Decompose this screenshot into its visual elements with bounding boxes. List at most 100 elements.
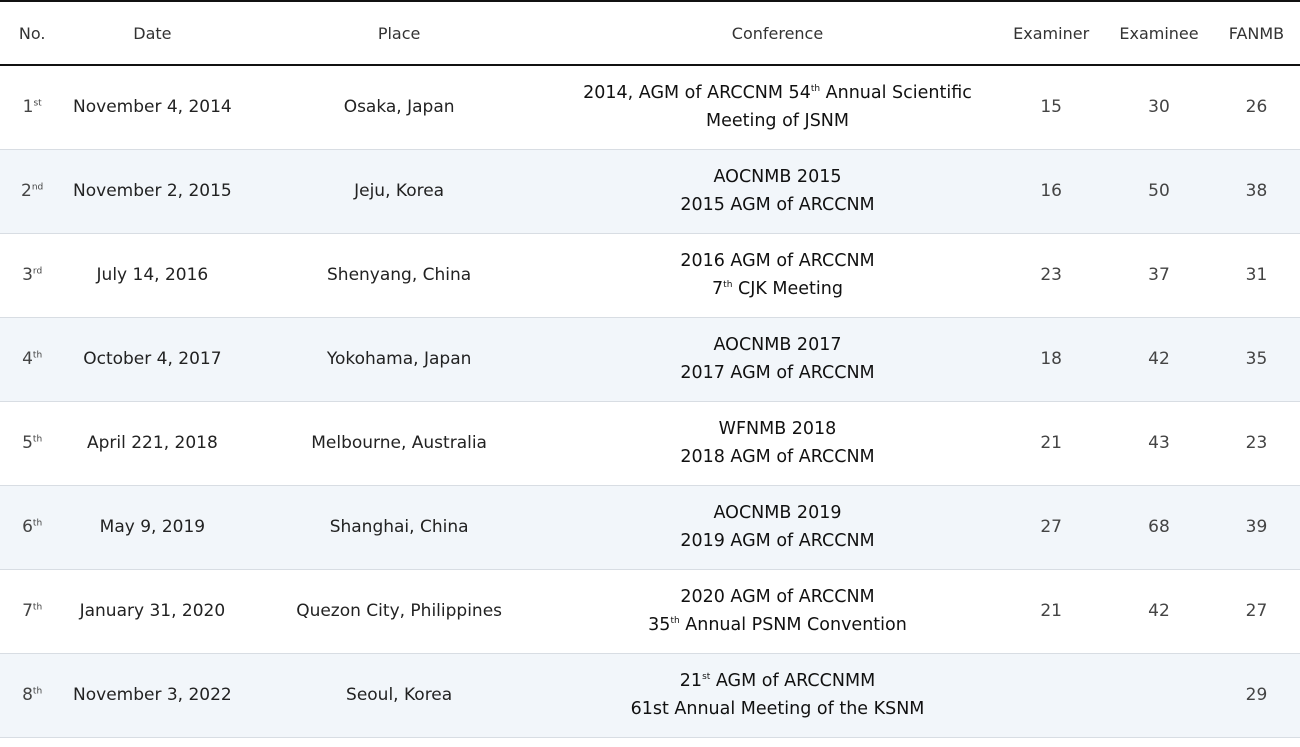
cell-date: October 4, 2017: [64, 317, 241, 402]
row-number-ordinal: rd: [32, 266, 43, 277]
cell-examiner: 23: [997, 233, 1106, 318]
cell-place: Yokohama, Japan: [240, 317, 558, 402]
conference-text: 7: [712, 279, 724, 299]
row-number: 3: [22, 265, 33, 285]
table-row: 5th April 221, 2018 Melbourne, Australia…: [0, 401, 1300, 486]
row-number: 8: [22, 685, 33, 705]
conference-line-2: 2019 AGM of ARCCNM: [558, 527, 998, 555]
cell-date: November 3, 2022: [64, 653, 241, 738]
table-row: 8th November 3, 2022 Seoul, Korea 21st A…: [0, 653, 1300, 738]
table-row: 7th January 31, 2020 Quezon City, Philip…: [0, 569, 1300, 654]
cell-date: July 14, 2016: [64, 233, 241, 318]
conference-text: 35: [648, 615, 671, 635]
cell-examiner: [997, 653, 1106, 738]
cell-examinee: 43: [1105, 401, 1213, 486]
conference-line-1: 2016 AGM of ARCCNM: [558, 247, 998, 275]
row-number-ordinal: th: [32, 518, 43, 529]
conference-text: Meeting of JSNM: [705, 111, 849, 132]
table-row: 6th May 9, 2019 Shanghai, China AOCNMB 2…: [0, 485, 1300, 570]
cell-examinee: 37: [1105, 233, 1213, 318]
conference-line-1: AOCNMB 2019: [558, 499, 998, 527]
conference-text: 2016 AGM of ARCCNM: [680, 251, 875, 271]
cell-place: Osaka, Japan: [240, 65, 558, 150]
conference-text: 2018 AGM of ARCCNM: [680, 447, 875, 467]
table-row: 2nd November 2, 2015 Jeju, Korea AOCNMB …: [0, 149, 1300, 234]
conference-text: Annual Scientific: [820, 83, 972, 104]
cell-date: November 4, 2014: [64, 65, 241, 150]
cell-no: 7th: [0, 569, 65, 654]
conference-text: Annual PSNM Convention: [679, 615, 907, 635]
table-row: 4th October 4, 2017 Yokohama, Japan AOCN…: [0, 317, 1300, 402]
cell-no: 6th: [0, 485, 65, 570]
header-no: No.: [0, 0, 65, 66]
cell-date: May 9, 2019: [64, 485, 241, 570]
conference-line-2: Meeting of JSNM: [558, 107, 998, 135]
cell-examiner: 27: [997, 485, 1106, 570]
conference-line-1: AOCNMB 2015: [558, 163, 998, 191]
cell-conference: AOCNMB 2017 2017 AGM of ARCCNM: [557, 317, 998, 402]
cell-date: January 31, 2020: [64, 569, 241, 654]
conference-text: AOCNMB 2015: [713, 167, 842, 187]
table-body: 1st November 4, 2014 Osaka, Japan 2014, …: [0, 65, 1300, 738]
cell-date: November 2, 2015: [64, 149, 241, 234]
cell-examinee: 42: [1105, 317, 1213, 402]
conference-text: 2015 AGM of ARCCNM: [680, 195, 875, 215]
row-number-ordinal: nd: [31, 182, 44, 193]
cell-no: 2nd: [0, 149, 65, 234]
conference-text: CJK Meeting: [732, 279, 843, 299]
cell-examinee: 42: [1105, 569, 1213, 654]
table-header: No. Date Place Conference Examiner Exami…: [0, 0, 1300, 66]
cell-examiner: 18: [997, 317, 1106, 402]
row-number-ordinal: th: [32, 602, 43, 613]
conference-line-2: 2017 AGM of ARCCNM: [558, 359, 998, 387]
cell-fanmb: 31: [1212, 233, 1300, 318]
row-number: 4: [22, 349, 33, 369]
row-number-ordinal: th: [32, 434, 43, 445]
cell-fanmb: 39: [1212, 485, 1300, 570]
table-row: 3rd July 14, 2016 Shenyang, China 2016 A…: [0, 233, 1300, 318]
cell-examiner: 15: [997, 65, 1106, 150]
conference-table: No. Date Place Conference Examiner Exami…: [0, 0, 1300, 738]
header-fanmb: FANMB: [1212, 0, 1300, 66]
cell-fanmb: 35: [1212, 317, 1300, 402]
conference-text: AOCNMB 2019: [713, 503, 842, 523]
conference-ordinal: th: [670, 616, 680, 627]
cell-conference: 2016 AGM of ARCCNM 7th CJK Meeting: [557, 233, 998, 318]
cell-examinee: 50: [1105, 149, 1213, 234]
cell-conference: 2020 AGM of ARCCNM 35th Annual PSNM Conv…: [557, 569, 998, 654]
cell-examiner: 21: [997, 569, 1106, 654]
row-number-ordinal: th: [32, 686, 43, 697]
cell-examiner: 16: [997, 149, 1106, 234]
cell-date: April 221, 2018: [64, 401, 241, 486]
conference-text: 2020 AGM of ARCCNM: [680, 587, 875, 607]
cell-conference: AOCNMB 2019 2019 AGM of ARCCNM: [557, 485, 998, 570]
row-number-ordinal: th: [32, 350, 43, 361]
cell-place: Melbourne, Australia: [240, 401, 558, 486]
cell-examinee: [1105, 653, 1213, 738]
conference-text: WFNMB 2018: [718, 419, 837, 439]
cell-place: Quezon City, Philippines: [240, 569, 558, 654]
cell-conference: AOCNMB 2015 2015 AGM of ARCCNM: [557, 149, 998, 234]
conference-text: 21: [679, 671, 703, 691]
header-row: No. Date Place Conference Examiner Exami…: [0, 0, 1300, 66]
cell-place: Shenyang, China: [240, 233, 558, 318]
table-row: 1st November 4, 2014 Osaka, Japan 2014, …: [0, 65, 1300, 150]
row-number: 7: [22, 601, 33, 621]
conference-line-1: AOCNMB 2017: [558, 331, 998, 359]
header-examinee: Examinee: [1105, 0, 1213, 66]
conference-ordinal: th: [810, 84, 821, 95]
row-number: 6: [22, 517, 33, 537]
conference-line-2: 2015 AGM of ARCCNM: [558, 191, 998, 219]
conference-text: 2014, AGM of ARCCNM 54: [583, 83, 811, 104]
cell-conference: 2014, AGM of ARCCNM 54th Annual Scientif…: [557, 65, 998, 150]
header-date: Date: [64, 0, 241, 66]
conference-text: 2019 AGM of ARCCNM: [680, 531, 875, 551]
cell-place: Jeju, Korea: [240, 149, 558, 234]
conference-line-1: 2020 AGM of ARCCNM: [558, 583, 998, 611]
cell-place: Seoul, Korea: [240, 653, 558, 738]
cell-examinee: 30: [1105, 65, 1213, 150]
conference-line-1: 21st AGM of ARCCNMM: [558, 667, 998, 695]
cell-no: 4th: [0, 317, 65, 402]
row-number: 1: [22, 97, 34, 118]
header-place: Place: [240, 0, 558, 66]
